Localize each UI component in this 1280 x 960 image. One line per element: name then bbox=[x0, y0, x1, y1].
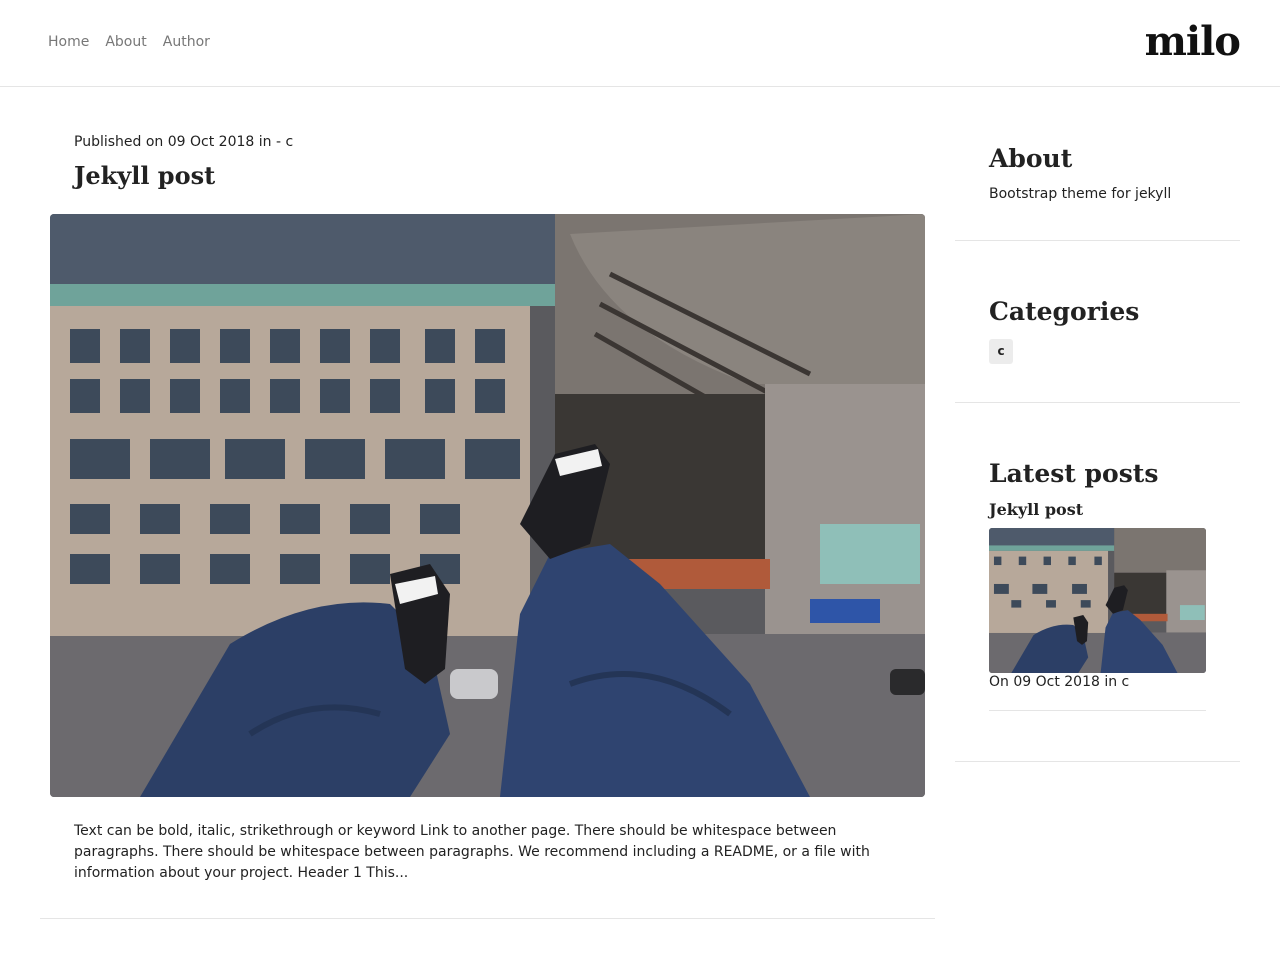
about-text: Bootstrap theme for jekyll bbox=[989, 186, 1172, 202]
main-nav: Home About Author bbox=[48, 34, 210, 50]
about-heading: About bbox=[989, 144, 1073, 173]
nav-about-link[interactable]: About bbox=[105, 34, 146, 50]
latest-post-title-link[interactable]: Jekyll post bbox=[989, 500, 1083, 519]
sidebar-latest-posts-section: Latest posts Jekyll post On 09 Oct 2018 … bbox=[955, 403, 1240, 762]
category-badge-c[interactable]: c bbox=[989, 339, 1013, 364]
top-navbar: Home About Author milo bbox=[0, 0, 1280, 87]
nav-home-link[interactable]: Home bbox=[48, 34, 89, 50]
sidebar-categories-section: Categories c bbox=[955, 241, 1240, 403]
post-meta: Published on 09 Oct 2018 in - c bbox=[74, 134, 294, 150]
post-excerpt: Text can be bold, italic, strikethrough … bbox=[74, 823, 870, 881]
post-featured-image[interactable] bbox=[50, 214, 925, 797]
rooftop-thumbnail-illustration bbox=[989, 528, 1206, 673]
sidebar-about-section: About Bootstrap theme for jekyll bbox=[955, 87, 1240, 241]
latest-post-thumbnail[interactable] bbox=[989, 528, 1206, 673]
latest-posts-heading: Latest posts bbox=[989, 459, 1159, 488]
post-title-link[interactable]: Jekyll post bbox=[74, 161, 215, 190]
post-card: Published on 09 Oct 2018 in - c Jekyll p… bbox=[40, 87, 935, 919]
rooftop-photo-illustration bbox=[50, 214, 925, 797]
latest-post-meta: On 09 Oct 2018 in c bbox=[989, 674, 1130, 690]
categories-heading: Categories bbox=[989, 297, 1140, 326]
site-brand-logo[interactable]: milo bbox=[1145, 18, 1241, 65]
nav-author-link[interactable]: Author bbox=[163, 34, 210, 50]
latest-post-divider bbox=[989, 710, 1206, 711]
